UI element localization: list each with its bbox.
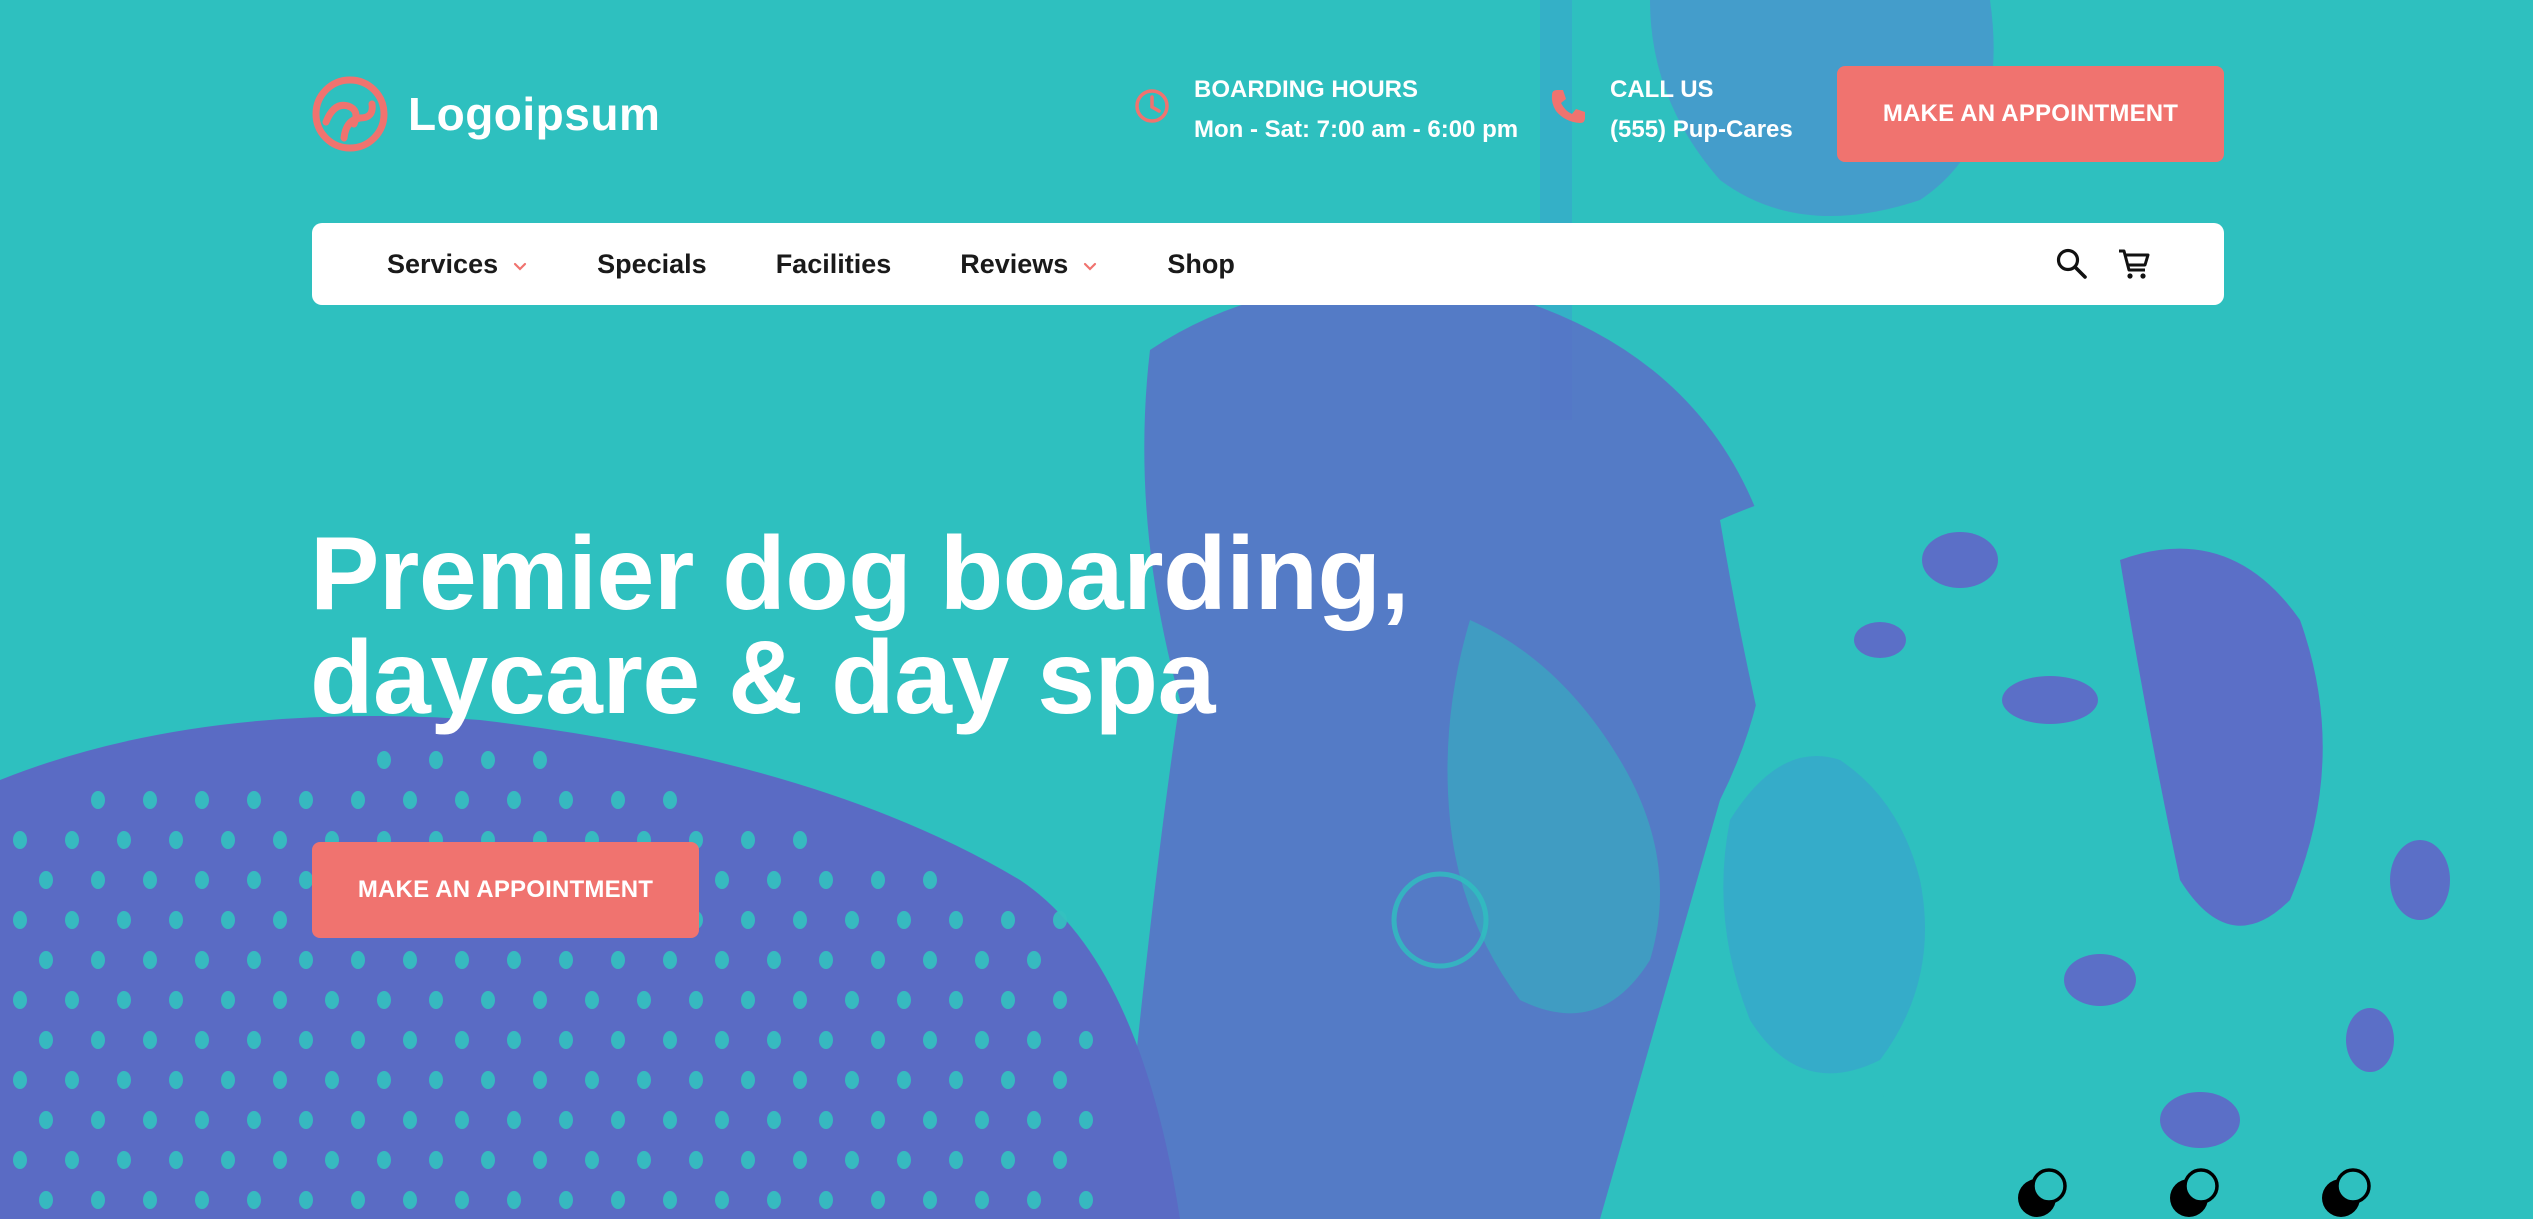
nav-item-reviews[interactable]: Reviews bbox=[960, 249, 1098, 280]
nav-item-facilities[interactable]: Facilities bbox=[776, 249, 892, 280]
slider-dot-3[interactable] bbox=[2319, 1168, 2371, 1219]
hero-appointment-button[interactable]: MAKE AN APPOINTMENT bbox=[312, 842, 699, 938]
logo-text: Logoipsum bbox=[408, 88, 661, 140]
hero-title: Premier dog boarding, daycare & day spa bbox=[310, 522, 1409, 730]
hero-title-line2: daycare & day spa bbox=[310, 620, 1215, 736]
nav-item-label: Facilities bbox=[775, 248, 892, 279]
header-appointment-button[interactable]: MAKE AN APPOINTMENT bbox=[1837, 66, 2224, 162]
nav-item-services[interactable]: Services bbox=[387, 249, 528, 280]
nav-item-label: Specials bbox=[597, 248, 707, 279]
boarding-hours-label: BOARDING HOURS bbox=[1194, 76, 1419, 103]
slider-dot-2[interactable] bbox=[2167, 1168, 2219, 1219]
boarding-hours-info: BOARDING HOURS Mon - Sat: 7:00 am - 6:00… bbox=[1132, 74, 1518, 146]
nav-item-label: Services bbox=[387, 248, 499, 279]
nav-item-label: Shop bbox=[1167, 248, 1235, 279]
nav-item-shop[interactable]: Shop bbox=[1167, 249, 1235, 280]
chevron-down-icon bbox=[514, 262, 527, 271]
top-header: Logoipsum BOARDING HOURS Mon - Sat: 7:00… bbox=[312, 66, 2224, 162]
slider-dot-1[interactable] bbox=[2015, 1168, 2067, 1219]
boarding-hours-value: Mon - Sat: 7:00 am - 6:00 pm bbox=[1194, 116, 1519, 143]
cart-icon[interactable] bbox=[2116, 246, 2152, 282]
call-us-info[interactable]: CALL US (555) Pup-Cares bbox=[1548, 74, 1793, 146]
hero-section: Logoipsum BOARDING HOURS Mon - Sat: 7:00… bbox=[0, 0, 2533, 1219]
call-us-label: CALL US bbox=[1610, 76, 1714, 103]
call-us-value[interactable]: (555) Pup-Cares bbox=[1610, 114, 1793, 146]
nav-icons bbox=[2054, 223, 2152, 305]
nav-item-label: Reviews bbox=[960, 248, 1069, 279]
chevron-down-icon bbox=[1084, 262, 1097, 271]
logo[interactable]: Logoipsum bbox=[312, 74, 660, 154]
search-icon[interactable] bbox=[2054, 246, 2090, 282]
nav-item-specials[interactable]: Specials bbox=[597, 249, 707, 280]
logo-icon bbox=[312, 76, 388, 152]
phone-icon bbox=[1551, 90, 1585, 123]
nav-items: Services Specials Facilities Reviews Sho… bbox=[387, 223, 1304, 305]
slider-dots bbox=[2015, 1168, 2395, 1219]
clock-icon bbox=[1135, 89, 1169, 123]
hero-title-line1: Premier dog boarding, bbox=[310, 516, 1409, 632]
main-nav: Services Specials Facilities Reviews Sho… bbox=[312, 223, 2224, 305]
